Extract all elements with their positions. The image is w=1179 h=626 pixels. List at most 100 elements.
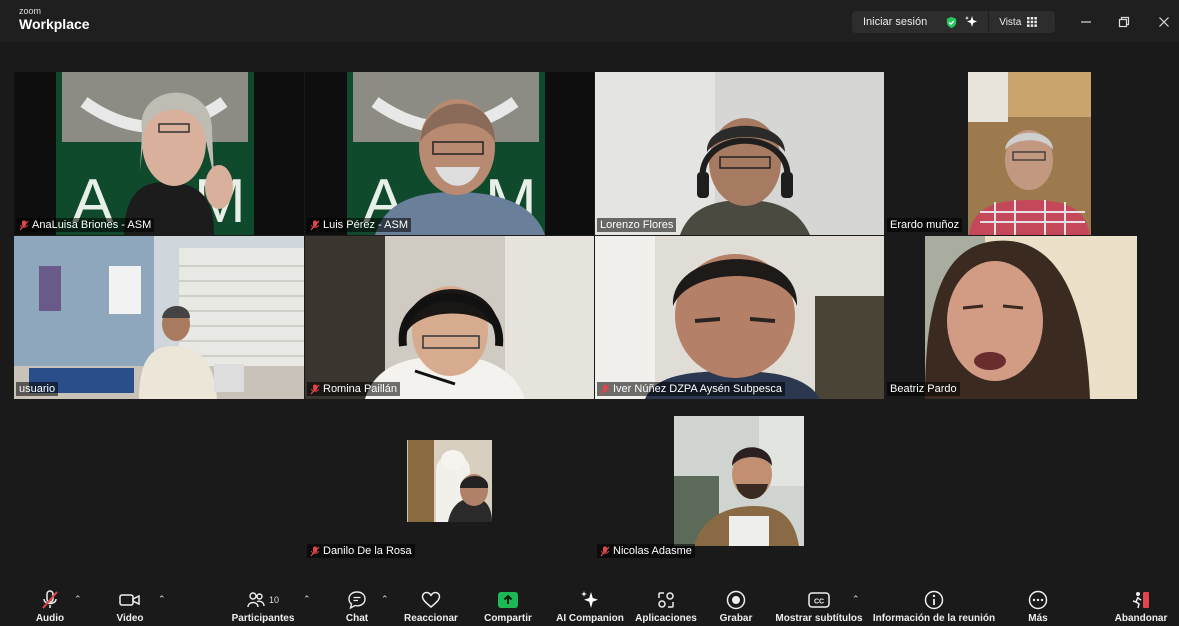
audio-button[interactable]: Audio <box>30 582 70 626</box>
share-label: Compartir <box>484 613 532 624</box>
more-button[interactable]: Más <box>1018 582 1058 626</box>
ai-companion-button[interactable]: AI Companion <box>554 582 626 626</box>
more-label: Más <box>1028 613 1048 624</box>
muted-mic-icon <box>19 220 29 230</box>
video-tile-romina[interactable]: Romina Paillán <box>305 236 594 399</box>
video-tile-iver[interactable]: Iver Núñez DZPA Aysén Subpesca <box>595 236 884 399</box>
participant-name: Lorenzo Flores <box>600 219 674 231</box>
closed-captions-icon: CC <box>808 592 830 608</box>
apps-label: Aplicaciones <box>635 613 697 624</box>
video-tile-lorenzo[interactable]: Lorenzo Flores <box>595 72 884 235</box>
participant-name-tag: Lorenzo Flores <box>597 218 677 232</box>
participant-name-tag: Luis Pérez - ASM <box>307 218 411 232</box>
svg-text:CC: CC <box>814 599 824 606</box>
participant-name-tag: Nicolas Adasme <box>597 544 695 558</box>
muted-mic-icon <box>310 546 320 556</box>
leave-door-icon <box>1132 592 1149 609</box>
participant-name-tag: usuario <box>16 382 59 396</box>
leave-label: Abandonar <box>1114 613 1168 624</box>
participant-name: Iver Núñez DZPA Aysén Subpesca <box>613 383 782 395</box>
title-bar: zoom Workplace Iniciar sesión Vista <box>0 0 1179 42</box>
restore-icon[interactable] <box>1112 10 1136 34</box>
more-icon <box>1028 590 1048 610</box>
record-icon <box>726 590 746 610</box>
participant-name-tag: Beatriz Pardo <box>887 382 960 396</box>
meeting-toolbar: Audio ⌃ Video ⌃ 10 Participantes ⌃ Chat … <box>0 582 1179 626</box>
video-tile-beatriz[interactable]: Beatriz Pardo <box>885 236 1175 399</box>
minimize-icon[interactable] <box>1074 10 1098 34</box>
meeting-info-button[interactable]: Información de la reunión <box>872 582 996 626</box>
view-button[interactable]: Vista <box>989 16 1038 28</box>
participant-name: Erardo muñoz <box>890 219 960 231</box>
participant-video: A M <box>14 72 304 235</box>
participants-label: Participantes <box>231 613 295 624</box>
captions-button[interactable]: CC Mostrar subtítulos <box>774 582 864 626</box>
chat-label: Chat <box>345 613 369 624</box>
video-button[interactable]: Video <box>110 582 150 626</box>
info-icon <box>924 590 944 610</box>
signin-button[interactable]: Iniciar sesión <box>852 16 927 28</box>
react-label: Reaccionar <box>404 613 458 624</box>
video-tile-analuisa[interactable]: A M AnaLuisa Briones - ASM <box>14 72 304 235</box>
apps-icon <box>658 592 674 608</box>
participant-name: AnaLuisa Briones - ASM <box>32 219 152 231</box>
record-button[interactable]: Grabar <box>716 582 756 626</box>
video-tile-luis[interactable]: A M Luis Pérez - ASM <box>305 72 594 235</box>
video-options-chevron-icon[interactable]: ⌃ <box>158 594 166 605</box>
share-screen-icon <box>498 592 518 608</box>
participant-name: Romina Paillán <box>323 383 397 395</box>
sparkle-icon <box>581 591 598 608</box>
ai-companion-label: AI Companion <box>556 613 624 624</box>
participant-name-tag: Romina Paillán <box>307 382 400 396</box>
muted-mic-icon <box>600 384 610 394</box>
apps-button[interactable]: Aplicaciones <box>634 582 698 626</box>
avatar-nicolas <box>674 416 804 546</box>
participants-icon <box>247 592 265 608</box>
avatar-danilo <box>408 440 492 522</box>
video-tile-usuario[interactable]: usuario <box>14 236 304 399</box>
participant-name: Danilo De la Rosa <box>323 545 412 557</box>
participant-name: Nicolas Adasme <box>613 545 692 557</box>
participant-video <box>305 236 594 399</box>
participant-video <box>14 236 304 399</box>
participant-video <box>595 72 884 235</box>
participant-name: Beatriz Pardo <box>890 383 957 395</box>
participant-video <box>885 72 1175 235</box>
sparkle-icon[interactable] <box>964 15 978 29</box>
brand-small: zoom <box>19 6 42 16</box>
avatar-image <box>674 416 804 546</box>
participants-options-chevron-icon[interactable]: ⌃ <box>303 594 311 605</box>
audio-label: Audio <box>35 613 65 624</box>
participant-video <box>595 236 884 399</box>
chat-options-chevron-icon[interactable]: ⌃ <box>381 594 389 605</box>
audio-options-chevron-icon[interactable]: ⌃ <box>74 594 82 605</box>
shield-check-icon[interactable] <box>945 16 958 29</box>
muted-mic-icon <box>42 590 58 609</box>
video-tile-erardo[interactable]: Erardo muñoz <box>885 72 1175 235</box>
participant-name-tag: Danilo De la Rosa <box>307 544 415 558</box>
participant-video <box>885 236 1175 399</box>
grid-icon <box>1027 17 1038 27</box>
meeting-info-label: Información de la reunión <box>872 613 996 624</box>
participants-button[interactable]: 10 Participantes <box>228 582 298 626</box>
brand-name: Workplace <box>19 16 90 32</box>
react-button[interactable]: Reaccionar <box>402 582 460 626</box>
share-button[interactable]: Compartir <box>480 582 536 626</box>
participant-name: usuario <box>19 383 56 395</box>
captions-options-chevron-icon[interactable]: ⌃ <box>852 594 860 605</box>
video-gallery: A M AnaLuisa Briones - ASM A M <box>0 42 1179 582</box>
leave-button[interactable]: Abandonar <box>1112 582 1170 626</box>
heart-icon <box>421 591 441 608</box>
participants-count: 10 <box>268 595 279 605</box>
close-icon[interactable] <box>1152 10 1176 34</box>
view-label: Vista <box>999 16 1022 28</box>
chat-icon <box>348 591 366 610</box>
top-right-controls: Iniciar sesión Vista <box>852 11 1055 33</box>
captions-label: Mostrar subtítulos <box>775 613 863 624</box>
muted-mic-icon <box>310 384 320 394</box>
muted-mic-icon <box>600 546 610 556</box>
participant-video: A M <box>305 72 594 235</box>
zoom-workplace-logo: zoom Workplace <box>19 6 90 32</box>
record-label: Grabar <box>719 613 753 624</box>
chat-button[interactable]: Chat <box>337 582 377 626</box>
